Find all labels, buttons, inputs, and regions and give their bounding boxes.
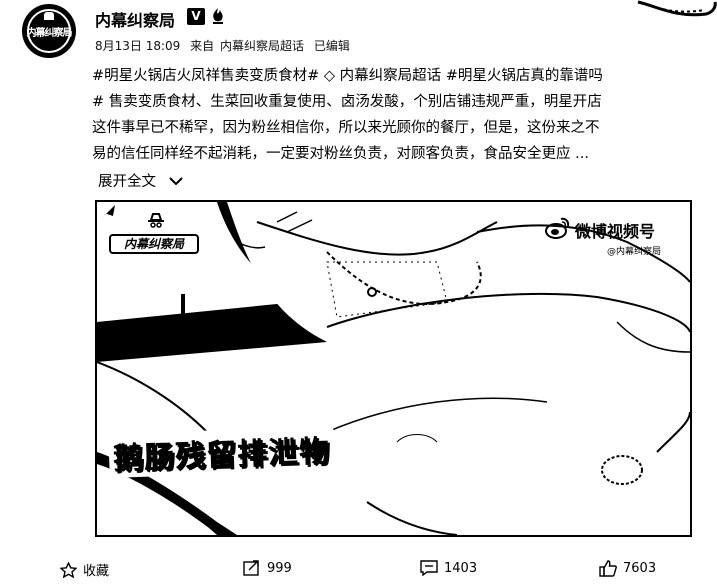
avatar[interactable]: 内幕纠察局 (22, 4, 76, 58)
expand-label: 展开全文 (98, 174, 156, 190)
platform-handle: @内幕纠察局 (607, 247, 662, 257)
comment-count: 1403 (444, 560, 478, 576)
video-player[interactable]: 内幕纠察局 微博视频号 @内幕纠察局 鹅肠残留排泄物 (95, 200, 692, 537)
channel-logo-text: 内幕纠察局 (109, 234, 199, 254)
post-body: #明星火锅店火凤祥售卖变质食材# ◇ 内幕纠察局超话 #明星火锅店真的靠谱吗 #… (92, 63, 692, 167)
like-button[interactable]: 7603 (599, 560, 656, 577)
like-count: 7603 (623, 561, 657, 576)
pip-mode-icon[interactable] (97, 202, 119, 224)
post-source[interactable]: 内幕纠察局超话 (220, 39, 304, 53)
author-name[interactable]: 内幕纠察局 (95, 7, 175, 31)
post-text-line: 这件事早已不稀罕，因为粉丝相信你，所以来光顾你的餐厅，但是，这份来之不 (92, 120, 600, 136)
video-subtitle: 鹅肠残留排泄物 (108, 426, 335, 478)
favorite-button[interactable]: 收藏 (60, 560, 109, 579)
comment-button[interactable]: 1403 (420, 560, 477, 576)
platform-name: 微博视频号 (575, 222, 656, 241)
post-meta: 8月13日 18:09 来自 内幕纠察局超话 已编辑 (95, 37, 356, 54)
platform-watermark: 微博视频号 @内幕纠察局 (545, 214, 685, 260)
repost-icon (243, 560, 259, 576)
card-decoration-icon (637, 0, 717, 17)
verified-badge-icon: V (187, 8, 205, 25)
repost-button[interactable]: 999 (243, 560, 292, 576)
avatar-text: 内幕纠察局 (26, 28, 73, 39)
repost-count: 999 (267, 560, 292, 576)
star-icon (60, 561, 77, 578)
channel-watermark: 内幕纠察局 (109, 210, 199, 256)
comment-icon (420, 560, 438, 576)
chevron-down-icon (168, 177, 183, 186)
detective-hat-icon (148, 213, 164, 228)
user-level-icon (213, 8, 223, 24)
post-text-line: # 售卖变质食材、生菜回收重复使用、卤汤发酸，个别店铺违规严重，明星开店 (92, 94, 602, 110)
post-text-line: 易的信任同样经不起消耗，一定要对粉丝负责，对顾客负责，食品安全更应 ... (92, 146, 589, 162)
thumbs-up-icon (599, 560, 617, 577)
post-source-prefix: 来自 (190, 39, 215, 53)
avatar-hat-shape (44, 12, 54, 20)
post-action-bar: 收藏 999 1403 7603 (0, 558, 717, 585)
edited-label[interactable]: 已编辑 (314, 39, 350, 53)
post-timestamp[interactable]: 8月13日 18:09 (95, 39, 180, 53)
favorite-label: 收藏 (83, 564, 110, 579)
expand-full-text-link[interactable]: 展开全文 (98, 170, 183, 191)
post-text-line[interactable]: #明星火锅店火凤祥售卖变质食材# ◇ 内幕纠察局超话 #明星火锅店真的靠谱吗 (92, 63, 692, 89)
weibo-logo-icon (545, 217, 570, 239)
post-header: 内幕纠察局 内幕纠察局 V 8月13日 18:09 来自 内幕纠察局超话 已编辑 (0, 0, 717, 60)
